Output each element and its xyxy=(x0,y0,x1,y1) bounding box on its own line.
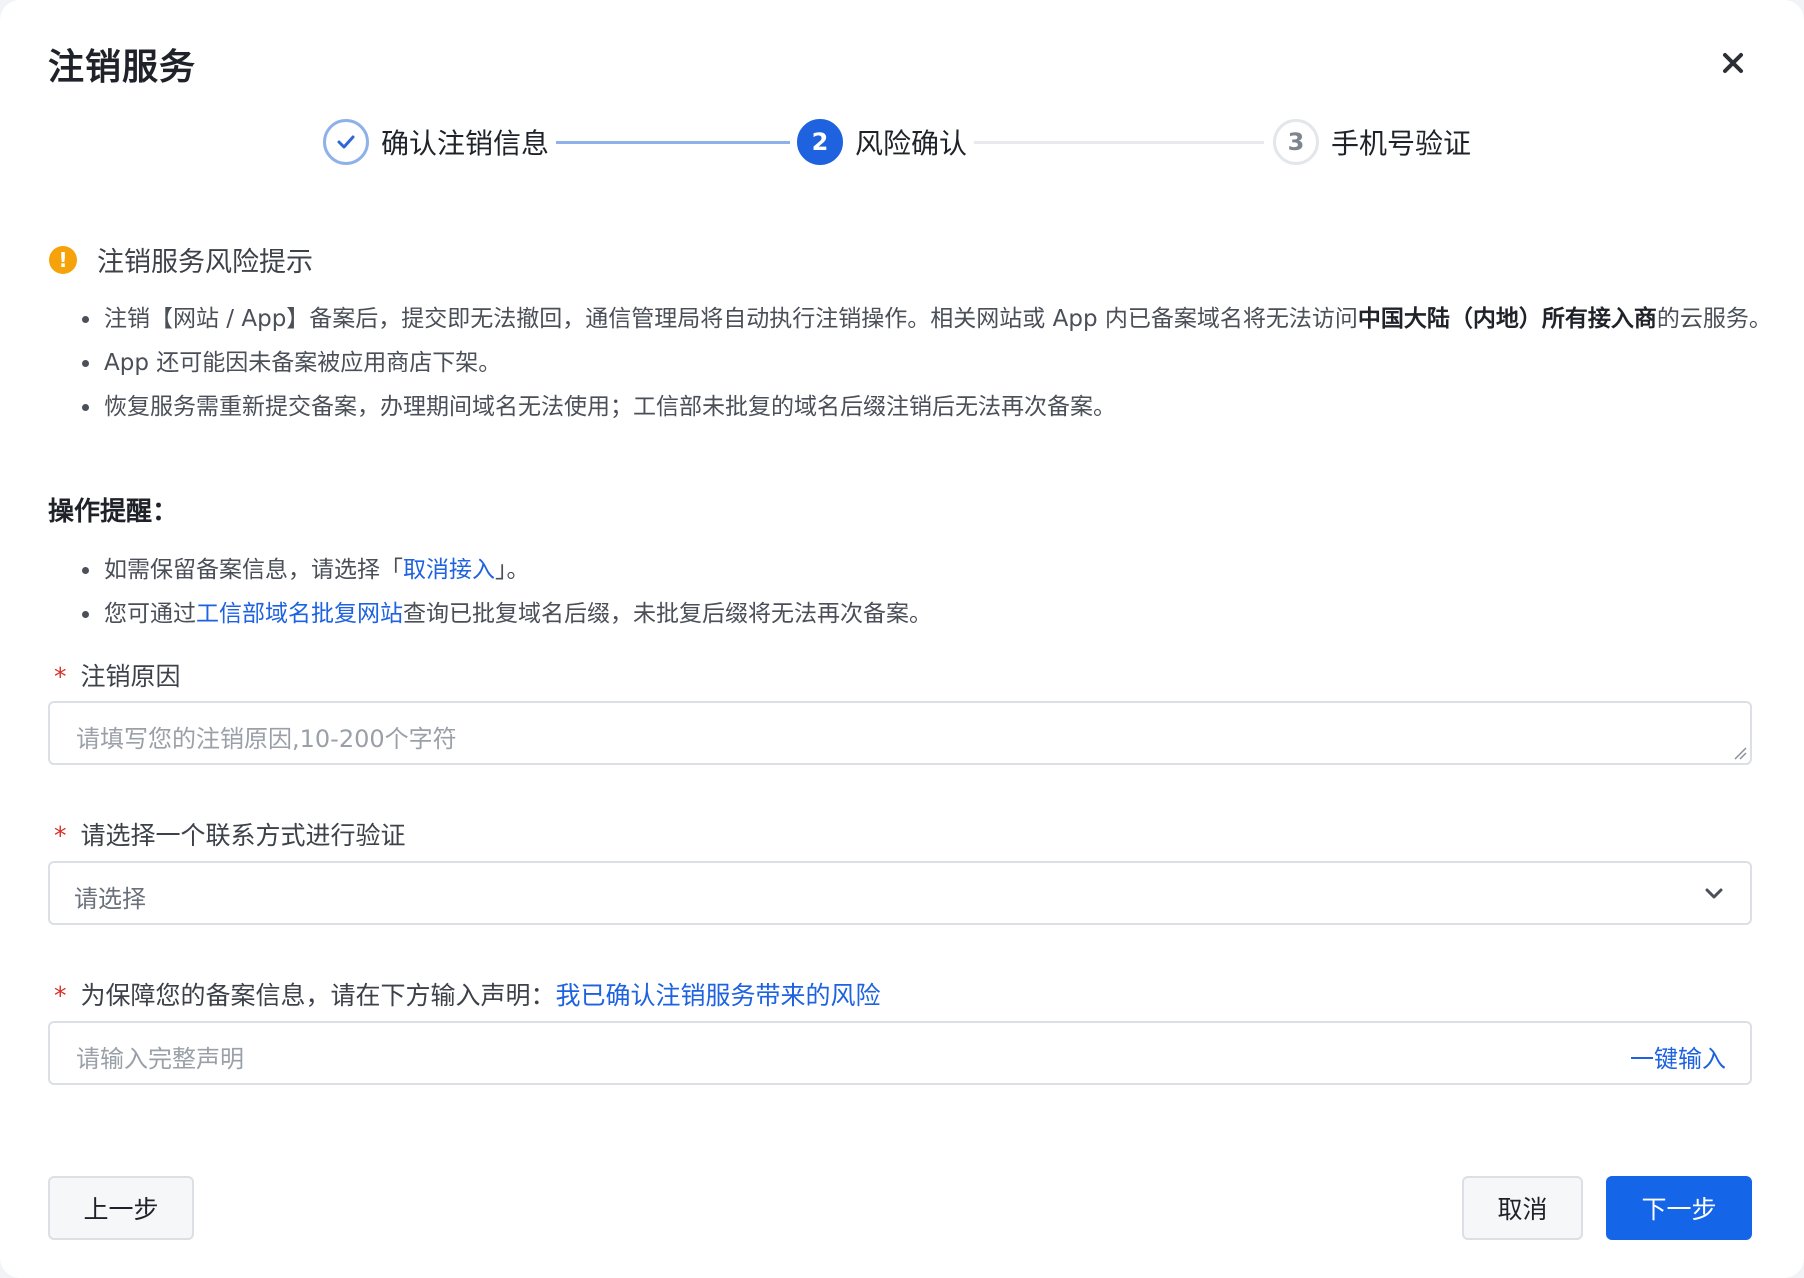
ops-item-2-text: 您可通过 xyxy=(104,601,196,627)
risk-warning-header: ! 注销服务风险提示 xyxy=(49,240,313,279)
declaration-placeholder: 请输入完整声明 xyxy=(76,1045,244,1073)
required-mark: * xyxy=(54,981,67,1010)
step-connector-1 xyxy=(556,141,790,144)
step-phone-verify: 3 手机号验证 xyxy=(1273,116,1471,168)
dialog-title: 注销服务 xyxy=(48,47,197,88)
declaration-input[interactable]: 请输入完整声明 一键输入 xyxy=(48,1021,1752,1085)
chevron-down-icon xyxy=(1705,888,1723,899)
reason-label: * 注销原因 xyxy=(54,657,181,693)
stepper: 确认注销信息 2 风险确认 3 手机号验证 xyxy=(0,116,1804,168)
contact-select-value: 请选择 xyxy=(74,885,146,913)
ops-item-1-tail: 」。 xyxy=(495,557,530,583)
step-connector-2 xyxy=(974,141,1264,144)
step-3-indicator: 3 xyxy=(1273,119,1319,165)
declaration-label-text: 为保障您的备案信息，请在下方输入声明： xyxy=(80,981,556,1010)
step-3-label: 手机号验证 xyxy=(1331,127,1472,160)
declaration-label: * 为保障您的备案信息，请在下方输入声明：我已确认注销服务带来的风险 xyxy=(54,976,881,1012)
check-icon xyxy=(337,135,355,149)
close-icon xyxy=(1723,53,1743,73)
next-step-button[interactable]: 下一步 xyxy=(1606,1176,1752,1240)
prev-step-button[interactable]: 上一步 xyxy=(48,1176,194,1240)
step-confirm-info: 确认注销信息 xyxy=(323,116,549,168)
reason-placeholder: 请填写您的注销原因,10-200个字符 xyxy=(76,725,457,753)
risk-item-3-text: 恢复服务需重新提交备案，办理期间域名无法使用；工信部未批复的域名后缀注销后无法再… xyxy=(104,394,1116,420)
list-item: App 还可能因未备案被应用商店下架。 xyxy=(82,341,1794,385)
ops-item-1-text: 如需保留备案信息，请选择「 xyxy=(104,557,403,583)
operations-title: 操作提醒： xyxy=(48,497,179,527)
required-mark: * xyxy=(54,821,67,850)
operations-list: 如需保留备案信息，请选择「取消接入」。 您可通过工信部域名批复网站查询已批复域名… xyxy=(48,548,1794,636)
resize-grip-icon[interactable] xyxy=(1732,745,1748,761)
step-2-label: 风险确认 xyxy=(855,127,968,160)
required-mark: * xyxy=(54,662,67,691)
list-item: 注销【网站 / App】备案后，提交即无法撤回，通信管理局将自动执行注销操作。相… xyxy=(82,297,1794,341)
exclamation-icon: ! xyxy=(49,245,77,274)
list-item: 如需保留备案信息，请选择「取消接入」。 xyxy=(82,548,1794,592)
ops-item-2-tail: 查询已批复域名后缀，未批复后缀将无法再次备案。 xyxy=(403,601,932,627)
step-risk-confirm: 2 风险确认 xyxy=(797,116,967,168)
reason-textarea[interactable]: 请填写您的注销原因,10-200个字符 xyxy=(48,701,1752,765)
risk-item-2-text: App 还可能因未备案被应用商店下架。 xyxy=(104,350,502,376)
deregister-dialog: 注销服务 确认注销信息 2 风险确认 3 手机号验证 ! 注销服务风险提示 注销… xyxy=(0,0,1804,1278)
quick-input-button[interactable]: 一键输入 xyxy=(1630,1039,1726,1074)
cancel-access-link[interactable]: 取消接入 xyxy=(403,557,495,583)
list-item: 恢复服务需重新提交备案，办理期间域名无法使用；工信部未批复的域名后缀注销后无法再… xyxy=(82,385,1794,429)
declaration-statement: 我已确认注销服务带来的风险 xyxy=(555,981,881,1010)
risk-warning-title: 注销服务风险提示 xyxy=(97,247,313,278)
contact-method-select[interactable]: 请选择 xyxy=(48,861,1752,925)
risk-list: 注销【网站 / App】备案后，提交即无法撤回，通信管理局将自动执行注销操作。相… xyxy=(48,297,1794,429)
contact-label-text: 请选择一个联系方式进行验证 xyxy=(80,821,406,850)
list-item: 您可通过工信部域名批复网站查询已批复域名后缀，未批复后缀将无法再次备案。 xyxy=(82,592,1794,636)
risk-item-1-text: 注销【网站 / App】备案后，提交即无法撤回，通信管理局将自动执行注销操作。相… xyxy=(104,306,1358,332)
risk-item-1-tail: 的云服务。 xyxy=(1656,306,1772,332)
step-1-indicator xyxy=(323,119,369,165)
contact-method-label: * 请选择一个联系方式进行验证 xyxy=(54,816,406,852)
cancel-button[interactable]: 取消 xyxy=(1462,1176,1583,1240)
close-button[interactable] xyxy=(1716,46,1750,80)
step-1-label: 确认注销信息 xyxy=(381,127,550,160)
miit-domain-approval-link[interactable]: 工信部域名批复网站 xyxy=(196,601,403,627)
risk-item-1-emphasis: 中国大陆（内地）所有接入商 xyxy=(1357,306,1657,332)
step-2-indicator: 2 xyxy=(797,119,843,165)
reason-label-text: 注销原因 xyxy=(80,662,181,691)
